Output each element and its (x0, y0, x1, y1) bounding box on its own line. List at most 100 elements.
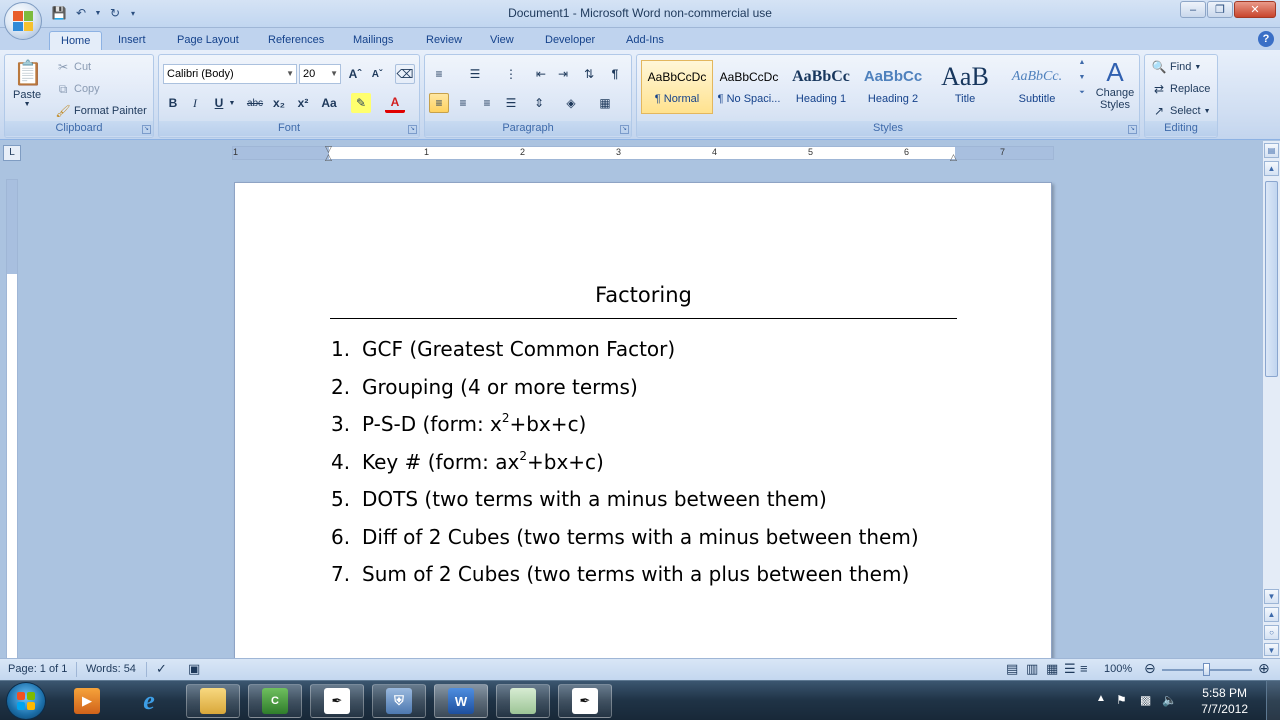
select-button[interactable]: ↗ Select ▼ (1151, 103, 1211, 119)
copy-button[interactable]: ⧉ Copy (55, 81, 100, 97)
tab-references[interactable]: References (257, 31, 335, 50)
vertical-ruler[interactable] (6, 179, 18, 658)
zoom-level[interactable]: 100% (1104, 663, 1132, 675)
document-page[interactable]: Factoring 1. GCF (Greatest Common Factor)… (234, 182, 1052, 658)
tab-insert[interactable]: Insert (107, 31, 157, 50)
taskbar-internet-explorer[interactable]: e (122, 684, 176, 718)
volume-icon[interactable]: 🔈 (1162, 693, 1177, 707)
clear-formatting-icon[interactable]: ⌫ (395, 64, 415, 84)
clock[interactable]: 5:58 PM 7/7/2012 (1201, 685, 1248, 717)
vertical-scrollbar[interactable]: ▤ ▲ ▼ ▲ ○ ▼ (1262, 141, 1280, 658)
font-launcher-icon[interactable]: ↘ (408, 125, 417, 134)
full-screen-reading-icon[interactable]: ▥ (1026, 661, 1038, 677)
font-size-combo[interactable]: 20 ▼ (299, 64, 341, 84)
borders-icon[interactable]: ▦ (595, 93, 615, 113)
proofing-icon[interactable]: ✓ (156, 661, 167, 677)
taskbar-explorer[interactable] (186, 684, 240, 718)
word-count[interactable]: Words: 54 (86, 663, 136, 675)
tab-developer[interactable]: Developer (534, 31, 606, 50)
macro-recording-icon[interactable]: ▣ (188, 661, 200, 677)
font-color-icon[interactable]: A (385, 93, 405, 113)
show-formatting-icon[interactable]: ¶ (605, 64, 625, 84)
print-layout-icon[interactable]: ▤ (1006, 661, 1018, 677)
web-layout-icon[interactable]: ▦ (1046, 661, 1058, 677)
taskbar-app-note[interactable] (496, 684, 550, 718)
shrink-font-icon[interactable]: Aˇ (367, 64, 387, 84)
subscript-icon[interactable]: x₂ (269, 93, 289, 113)
taskbar-app-pen-2[interactable]: ✒ (558, 684, 612, 718)
scroll-up-icon[interactable]: ▲ (1264, 161, 1279, 176)
close-icon[interactable]: ✕ (1234, 1, 1276, 18)
action-center-icon[interactable]: ⚑ (1116, 693, 1127, 707)
font-name-combo[interactable]: Calibri (Body) ▼ (163, 64, 297, 84)
strikethrough-icon[interactable]: abc (245, 93, 265, 113)
previous-page-icon[interactable]: ▲ (1264, 607, 1279, 622)
tab-add-ins[interactable]: Add-Ins (615, 31, 675, 50)
bold-icon[interactable]: B (163, 93, 183, 113)
start-button[interactable] (6, 682, 46, 720)
taskbar-camtasia[interactable]: C (248, 684, 302, 718)
view-ruler-icon[interactable]: ▤ (1264, 143, 1279, 158)
paragraph-launcher-icon[interactable]: ↘ (620, 125, 629, 134)
zoom-in-icon[interactable]: ⊕ (1258, 660, 1270, 677)
tab-review[interactable]: Review (415, 31, 473, 50)
maximize-icon[interactable]: ❐ (1207, 1, 1233, 18)
taskbar-word[interactable]: W (434, 684, 488, 718)
browse-object-icon[interactable]: ○ (1264, 625, 1279, 640)
tab-mailings[interactable]: Mailings (342, 31, 404, 50)
scroll-down-icon[interactable]: ▼ (1264, 589, 1279, 604)
style-no-spacing[interactable]: AaBbCcDc ¶ No Spaci... (713, 60, 785, 114)
underline-dropdown-icon[interactable]: ▼ (227, 93, 237, 113)
grow-font-icon[interactable]: Aˆ (345, 64, 365, 84)
change-case-icon[interactable]: Aa (319, 93, 339, 113)
font-size-dropdown-icon[interactable]: ▼ (330, 65, 338, 83)
style-subtitle[interactable]: AaBbCc. Subtitle (1001, 60, 1073, 114)
replace-button[interactable]: ⇄ Replace (1151, 81, 1210, 97)
italic-icon[interactable]: I (185, 93, 205, 113)
help-icon[interactable]: ? (1258, 31, 1274, 47)
style-title[interactable]: AaB Title (929, 60, 1001, 114)
align-left-icon[interactable]: ≡ (429, 93, 449, 113)
text-highlight-icon[interactable]: ✎ (351, 93, 371, 113)
next-page-icon[interactable]: ▼ (1264, 643, 1279, 656)
change-styles-button[interactable]: A Change Styles (1093, 57, 1137, 111)
paste-button[interactable]: 📋 Paste ▼ (13, 59, 43, 108)
hanging-indent-marker[interactable]: △ (325, 152, 332, 163)
tab-stop-selector-icon[interactable]: L (3, 145, 21, 161)
taskbar-media-player[interactable]: ▶ (60, 684, 114, 718)
increase-indent-icon[interactable]: ⇥ (553, 64, 573, 84)
underline-icon[interactable]: U (209, 93, 229, 113)
taskbar-app-shield[interactable]: ⛨ (372, 684, 426, 718)
outline-icon[interactable]: ☰ (1064, 661, 1076, 677)
style-heading-2[interactable]: AaBbCc Heading 2 (857, 60, 929, 114)
right-indent-marker[interactable]: △ (950, 152, 957, 163)
clipboard-launcher-icon[interactable]: ↘ (142, 125, 151, 134)
zoom-out-icon[interactable]: ⊖ (1144, 660, 1156, 677)
find-button[interactable]: 🔍 Find ▼ (1151, 59, 1202, 75)
network-icon[interactable]: ▩ (1140, 693, 1151, 707)
zoom-slider-thumb[interactable] (1203, 663, 1210, 676)
minimize-icon[interactable]: – (1180, 1, 1206, 18)
align-right-icon[interactable]: ≡ (477, 93, 497, 113)
draft-icon[interactable]: ≡ (1080, 661, 1088, 676)
multilevel-list-icon[interactable]: ⋮ (501, 64, 521, 84)
show-desktop-button[interactable] (1266, 681, 1280, 720)
office-button[interactable] (4, 2, 42, 40)
cut-button[interactable]: ✂ Cut (55, 59, 91, 75)
superscript-icon[interactable]: x² (293, 93, 313, 113)
page-count[interactable]: Page: 1 of 1 (8, 663, 67, 675)
style-heading-1[interactable]: AaBbCc Heading 1 (785, 60, 857, 114)
style-normal[interactable]: AaBbCcDc ¶ Normal (641, 60, 713, 114)
scroll-thumb[interactable] (1265, 181, 1278, 377)
horizontal-ruler[interactable]: 1 1 2 3 4 5 6 7 ▽ △ △ (232, 144, 1054, 163)
tab-page-layout[interactable]: Page Layout (166, 31, 250, 50)
align-center-icon[interactable]: ≡ (453, 93, 473, 113)
shading-icon[interactable]: ◈ (561, 93, 581, 113)
sort-icon[interactable]: ⇅ (579, 64, 599, 84)
font-name-dropdown-icon[interactable]: ▼ (286, 65, 294, 83)
decrease-indent-icon[interactable]: ⇤ (531, 64, 551, 84)
show-hidden-icons-icon[interactable]: ▲ (1096, 693, 1106, 704)
tab-view[interactable]: View (479, 31, 525, 50)
bullets-icon[interactable]: ≡ (429, 64, 449, 84)
line-spacing-icon[interactable]: ⇕ (529, 93, 549, 113)
